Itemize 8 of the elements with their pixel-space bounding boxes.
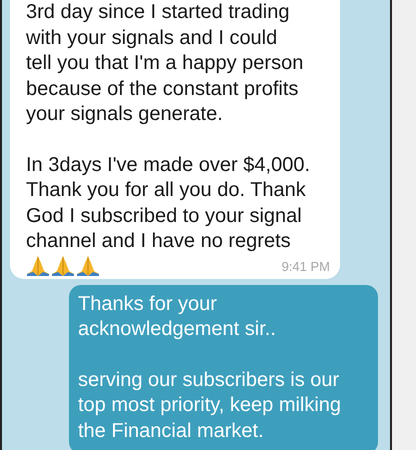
- praying-hands-icon: [51, 254, 75, 276]
- message-text: In 3days I've made over $4,000. Thank you for all you do. Thank God I subscribed to your signal channel and I have no regrets: [26, 152, 311, 254]
- message-text: 3rd day since I started trading with your signals and I could tell you that I'm a happy person because of the constant profits your signals generate.: [26, 0, 304, 127]
- message-text: Thanks for your acknowledgement sir..: [78, 292, 277, 342]
- message-time: 9:41 PM: [282, 258, 330, 276]
- message-text: serving our subscribers is our top most priority, keep milking the Financial market.: [78, 368, 342, 444]
- praying-hands-icon: [76, 254, 100, 276]
- praying-hands-icon: [26, 254, 50, 276]
